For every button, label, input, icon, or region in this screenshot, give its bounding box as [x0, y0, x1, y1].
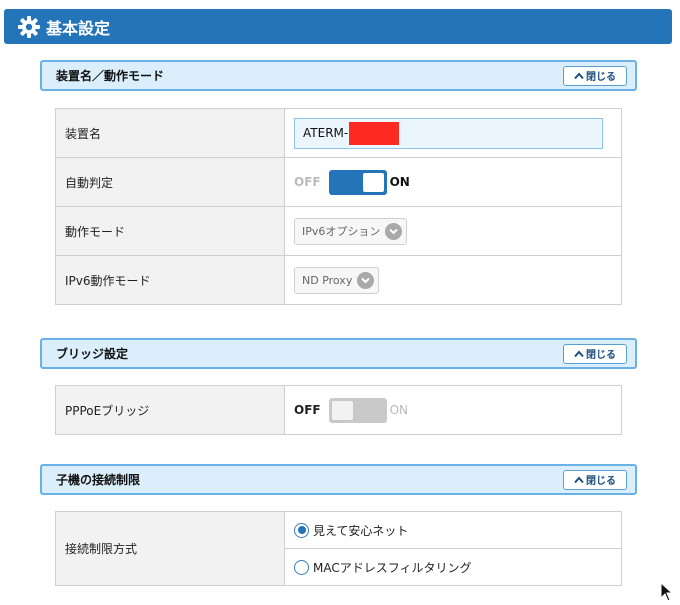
chevron-down-icon — [385, 222, 403, 240]
ipv6-mode-select-value: ND Proxy — [302, 273, 353, 287]
ipv6-mode-label: IPv6動作モード — [55, 255, 285, 305]
table-row: 接続制限方式 見えて安心ネット MACアドレスフィルタリング — [55, 511, 622, 586]
bridge-settings-table: PPPoEブリッジ OFF ON — [55, 385, 622, 435]
toggle-switch[interactable] — [328, 169, 387, 195]
table-row: 動作モード IPv6オプション — [55, 206, 622, 256]
toggle-off-label: OFF — [294, 175, 321, 189]
device-name-value: ATERM- — [303, 126, 349, 140]
device-settings-table: 装置名 ATERM- 自動判定 OFF ON 動作モード IPv6オプション I… — [55, 108, 622, 305]
chevron-up-icon — [574, 475, 584, 484]
auto-detect-label: 自動判定 — [55, 157, 285, 207]
radio-option-mac-filter[interactable]: MACアドレスフィルタリング — [285, 549, 621, 585]
table-row: PPPoEブリッジ OFF ON — [55, 385, 622, 435]
page-header: 基本設定 — [4, 9, 672, 44]
mode-select[interactable]: IPv6オプション — [294, 217, 408, 245]
mode-select-value: IPv6オプション — [302, 225, 381, 238]
close-button[interactable]: 閉じる — [563, 343, 627, 364]
toggle-on-label: ON — [389, 403, 409, 417]
table-row: 自動判定 OFF ON — [55, 157, 622, 207]
chevron-up-icon — [574, 349, 584, 358]
section-header-child: 子機の接続制限 閉じる — [40, 464, 637, 495]
radio-label: 見えて安心ネット — [313, 523, 409, 538]
close-button[interactable]: 閉じる — [563, 469, 627, 490]
section-title: ブリッジ設定 — [56, 347, 129, 361]
close-button[interactable]: 閉じる — [563, 65, 627, 86]
toggle-off-label: OFF — [294, 403, 321, 417]
redaction-block — [349, 121, 400, 145]
toggle-switch[interactable] — [328, 397, 387, 423]
radio-button-checked[interactable] — [294, 522, 309, 538]
section-header-device: 装置名／動作モード 閉じる — [40, 60, 637, 91]
toggle-knob — [331, 400, 353, 420]
device-name-input[interactable]: ATERM- — [294, 117, 603, 149]
table-row: 装置名 ATERM- — [55, 108, 622, 158]
table-row: IPv6動作モード ND Proxy — [55, 255, 622, 305]
close-label: 閉じる — [586, 476, 616, 487]
close-label: 閉じる — [586, 350, 616, 361]
ipv6-mode-select[interactable]: ND Proxy — [294, 266, 380, 294]
toggle-on-label: ON — [389, 175, 410, 189]
radio-label: MACアドレスフィルタリング — [313, 560, 472, 575]
toggle-knob — [362, 172, 384, 192]
auto-detect-toggle[interactable]: OFF ON — [294, 169, 621, 195]
pppoe-label: PPPoEブリッジ — [55, 385, 285, 435]
pppoe-bridge-toggle[interactable]: OFF ON — [294, 397, 621, 423]
chevron-up-icon — [574, 71, 584, 80]
close-label: 閉じる — [586, 72, 616, 83]
page-title: 基本設定 — [46, 18, 111, 38]
section-title: 子機の接続制限 — [56, 473, 141, 487]
child-settings-table: 接続制限方式 見えて安心ネット MACアドレスフィルタリング — [55, 511, 622, 586]
radio-option-mieteanshin[interactable]: 見えて安心ネット — [285, 512, 621, 549]
mode-label: 動作モード — [55, 206, 285, 256]
section-title: 装置名／動作モード — [56, 69, 165, 83]
device-name-label: 装置名 — [55, 108, 285, 158]
chevron-down-icon — [357, 271, 375, 289]
section-header-bridge: ブリッジ設定 閉じる — [40, 338, 637, 369]
radio-button[interactable] — [294, 559, 309, 575]
gear-icon — [16, 14, 42, 40]
connection-limit-label: 接続制限方式 — [55, 511, 285, 586]
